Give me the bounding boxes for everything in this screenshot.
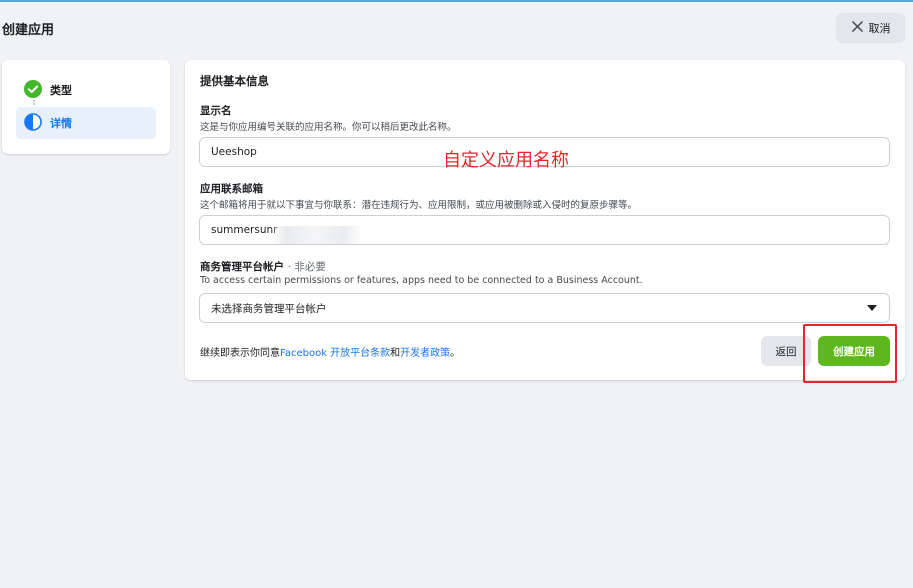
- optional-tag: · 非必要: [287, 261, 326, 273]
- top-accent-line: [0, 0, 913, 2]
- caret-down-icon: [867, 305, 877, 311]
- platform-terms-link[interactable]: Facebook 开放平台条款: [280, 348, 390, 359]
- email-description: 这个邮箱将用于就以下事宜与你联系：潜在违规行为、应用限制，或应用被删除或入侵时的…: [200, 200, 638, 211]
- close-icon: [851, 20, 864, 36]
- business-account-label-text: 商务管理平台帐户: [200, 261, 284, 273]
- cancel-button-label: 取消: [868, 22, 891, 35]
- business-account-label: 商务管理平台帐户 · 非必要: [200, 259, 326, 274]
- business-account-description: To access certain permissions or feature…: [200, 275, 643, 286]
- step-type[interactable]: 类型: [16, 74, 156, 106]
- step-label: 类型: [50, 84, 72, 97]
- check-circle-icon: [24, 79, 42, 101]
- terms-suffix: 。: [450, 348, 461, 359]
- cancel-button[interactable]: 取消: [836, 13, 905, 43]
- developer-policy-link[interactable]: 开发者政策: [400, 348, 450, 359]
- page-title: 创建应用: [2, 23, 55, 38]
- step-label: 详情: [50, 117, 72, 130]
- terms-text: 继续即表示你同意Facebook 开放平台条款和开发者政策。: [200, 344, 460, 359]
- annotation-text: 自定义应用名称: [443, 150, 569, 171]
- terms-middle: 和: [390, 348, 401, 359]
- business-account-select[interactable]: 未选择商务管理平台帐户: [199, 293, 890, 323]
- basic-info-card: 提供基本信息 显示名 这是与你应用编号关联的应用名称。你可以稍后更改此名称。 U…: [185, 60, 905, 380]
- display-name-label: 显示名: [200, 105, 232, 117]
- section-title: 提供基本信息: [200, 74, 269, 88]
- half-circle-icon: [24, 112, 42, 134]
- highlight-box: [803, 324, 897, 383]
- display-name-value: Ueeshop: [211, 146, 257, 158]
- email-value: summersunr: [211, 224, 278, 236]
- steps-panel: 类型 详情: [2, 60, 170, 154]
- email-label: 应用联系邮箱: [200, 183, 263, 195]
- redacted-email-blur: [270, 226, 362, 244]
- step-details[interactable]: 详情: [16, 107, 156, 139]
- display-name-description: 这是与你应用编号关联的应用名称。你可以稍后更改此名称。: [200, 122, 457, 133]
- business-account-selected: 未选择商务管理平台帐户: [211, 302, 327, 315]
- terms-prefix: 继续即表示你同意: [200, 348, 280, 359]
